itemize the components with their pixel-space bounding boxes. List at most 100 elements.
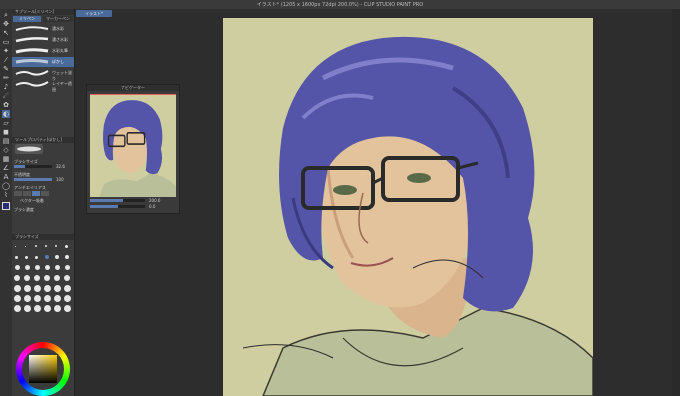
- zoom-value[interactable]: 200.0: [149, 198, 160, 203]
- navigator-preview[interactable]: [90, 94, 176, 197]
- brush-size-option[interactable]: [64, 285, 71, 292]
- opacity-slider[interactable]: [14, 178, 52, 181]
- brush-size-option[interactable]: [14, 275, 20, 281]
- brush-size-option[interactable]: [25, 256, 28, 259]
- brush-size-option[interactable]: [34, 275, 40, 281]
- brush-size-option[interactable]: [44, 285, 51, 292]
- brush-size-option[interactable]: [65, 255, 69, 259]
- zoom-slider[interactable]: [90, 199, 145, 202]
- rotation-value[interactable]: 0.0: [149, 204, 155, 209]
- window-title: イラスト* (1205 x 1600px 72dpi 200.0%) - CLI…: [256, 2, 424, 8]
- brush-size-option[interactable]: [64, 295, 71, 302]
- gradient-icon[interactable]: ▤: [2, 137, 10, 145]
- title-bar: イラスト* (1205 x 1600px 72dpi 200.0%) - CLI…: [0, 0, 680, 9]
- text-icon[interactable]: A: [2, 173, 10, 181]
- subtool-tab-1[interactable]: ミリペン: [13, 16, 41, 22]
- brush-size-value[interactable]: 32.6: [56, 164, 65, 169]
- brush-item-selected[interactable]: ぼかし: [12, 57, 74, 67]
- brush-item[interactable]: 濃さ水彩: [12, 35, 74, 45]
- figure-icon[interactable]: ◇: [2, 146, 10, 154]
- brush-size-option[interactable]: [54, 285, 61, 292]
- opacity-value[interactable]: 100: [56, 177, 64, 182]
- brush-size-option[interactable]: [25, 246, 26, 247]
- brush-item[interactable]: ウェット塗り: [12, 68, 74, 81]
- brush-size-option[interactable]: [35, 256, 38, 259]
- brush-size-option[interactable]: [65, 265, 70, 270]
- property-row: ブラシ濃度: [14, 207, 34, 212]
- subtool-panel-header: サブツール[ミリペン]: [12, 9, 74, 15]
- brush-size-option[interactable]: [15, 246, 16, 247]
- brush-size-option[interactable]: [45, 255, 49, 259]
- auto-select-icon[interactable]: ✦: [2, 47, 10, 55]
- brush-item[interactable]: 水彩丸筆: [12, 46, 74, 56]
- brush-size-option[interactable]: [34, 295, 41, 302]
- airbrush-icon[interactable]: ☄: [2, 92, 10, 100]
- antialias-selector[interactable]: [14, 191, 54, 196]
- brush-size-option[interactable]: [35, 265, 40, 270]
- navigator-header: ナビゲーター: [87, 85, 179, 91]
- brush-size-option[interactable]: [44, 295, 51, 302]
- brush-item[interactable]: レイヤー透過: [12, 79, 74, 92]
- frame-icon[interactable]: ▦: [2, 155, 10, 163]
- portrait-artwork: [242, 36, 593, 396]
- brush-preview: [15, 144, 43, 154]
- operation-icon[interactable]: ↖: [2, 29, 10, 37]
- brush-size-option[interactable]: [14, 295, 21, 302]
- brush-size-option[interactable]: [24, 295, 31, 302]
- correct-line-icon[interactable]: ⌇: [2, 191, 10, 199]
- subtool-tab-2[interactable]: マーカーペン: [43, 16, 73, 22]
- property-row: ベクター吸着: [20, 198, 44, 203]
- brush-size-option[interactable]: [64, 305, 71, 312]
- pencil-icon[interactable]: ✏: [2, 74, 10, 82]
- rotation-slider[interactable]: [90, 205, 145, 208]
- vertical-scrollbar[interactable]: [672, 9, 680, 396]
- brush-item[interactable]: 濃水彩: [12, 24, 74, 34]
- brush-size-option[interactable]: [44, 275, 50, 281]
- brush-size-option[interactable]: [24, 285, 31, 292]
- brush-size-option[interactable]: [15, 265, 20, 270]
- blend-icon[interactable]: ◐: [2, 110, 10, 118]
- brush-size-option[interactable]: [54, 275, 60, 281]
- brush-size-option[interactable]: [14, 305, 21, 312]
- brush-size-option[interactable]: [34, 305, 41, 312]
- brush-size-option[interactable]: [35, 245, 37, 247]
- brush-size-option[interactable]: [25, 265, 30, 270]
- balloon-icon[interactable]: ◯: [2, 182, 10, 190]
- brush-size-header: ブラシサイズ: [12, 234, 74, 240]
- zoom-icon[interactable]: ⌕: [2, 11, 10, 19]
- saturation-value-square[interactable]: [29, 355, 57, 383]
- brush-size-option[interactable]: [64, 275, 70, 281]
- color-wheel[interactable]: [16, 342, 70, 396]
- eraser-icon[interactable]: ▱: [2, 119, 10, 127]
- navigator-panel: ナビゲーター 200.0 0.0: [86, 84, 180, 214]
- brush-size-slider[interactable]: [14, 165, 52, 168]
- brush-size-option[interactable]: [45, 245, 47, 247]
- brush-size-option[interactable]: [54, 295, 61, 302]
- brush-size-option[interactable]: [45, 265, 50, 270]
- left-panel: サブツール[ミリペン] ミリペン マーカーペン 濃水彩 濃さ水彩 水彩丸筆 ぼか…: [12, 9, 75, 396]
- brush-size-option[interactable]: [55, 245, 57, 247]
- brush-size-option[interactable]: [55, 255, 59, 259]
- drawing-canvas[interactable]: [223, 18, 593, 396]
- brush-size-option[interactable]: [55, 265, 60, 270]
- brush-size-option[interactable]: [54, 305, 61, 312]
- brush-size-option[interactable]: [24, 275, 30, 281]
- document-tab-label: イラスト*: [85, 11, 103, 16]
- brush-icon[interactable]: ♪: [2, 83, 10, 91]
- brush-size-option[interactable]: [44, 305, 51, 312]
- foreground-color-swatch[interactable]: [2, 202, 10, 210]
- eyedropper-icon[interactable]: ⁄: [2, 56, 10, 64]
- tool-property-header: ツールプロパティ[ぼかし]: [12, 137, 74, 143]
- brush-size-option[interactable]: [14, 285, 21, 292]
- move-icon[interactable]: ✥: [2, 20, 10, 28]
- decoration-icon[interactable]: ✿: [2, 101, 10, 109]
- brush-size-option[interactable]: [65, 245, 68, 248]
- fill-icon[interactable]: ◼: [2, 128, 10, 136]
- brush-size-option[interactable]: [15, 256, 18, 259]
- brush-size-option[interactable]: [34, 285, 41, 292]
- document-tab[interactable]: イラスト*: [76, 10, 112, 17]
- selection-icon[interactable]: ▭: [2, 38, 10, 46]
- pen-icon[interactable]: ✎: [2, 65, 10, 73]
- brush-size-option[interactable]: [24, 305, 31, 312]
- ruler-icon[interactable]: ∠: [2, 164, 10, 172]
